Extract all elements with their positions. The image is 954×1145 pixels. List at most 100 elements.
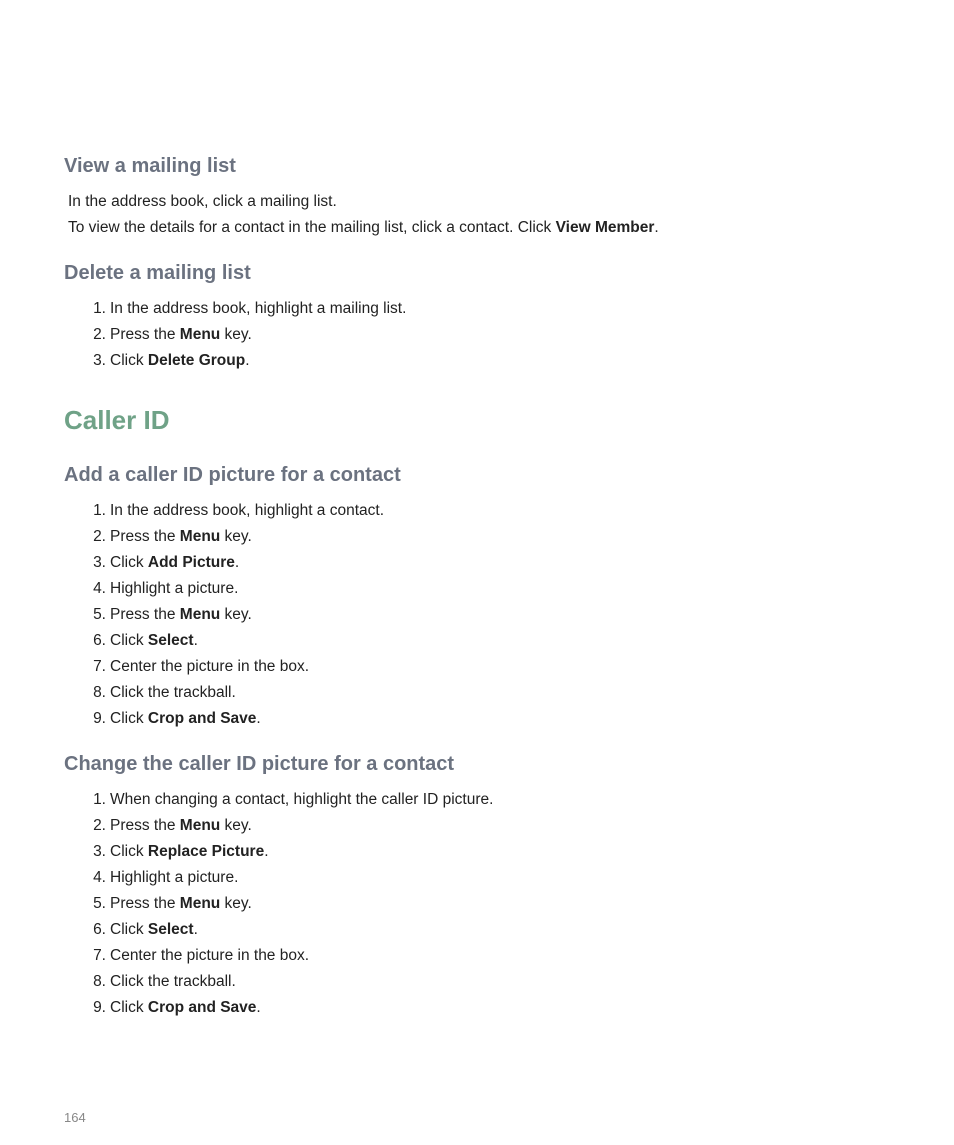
- text-bold: Menu: [180, 817, 220, 834]
- list-text: In the address book, highlight a contact…: [110, 502, 384, 519]
- text-prefix: Press the: [110, 326, 180, 343]
- ordered-list-delete: 1.In the address book, highlight a maili…: [64, 297, 890, 373]
- list-number: 9.: [86, 707, 106, 731]
- text-prefix: Click: [110, 921, 148, 938]
- text-prefix: Press the: [110, 606, 180, 623]
- text-prefix: Click: [110, 999, 148, 1016]
- list-item: 6.Click Select.: [110, 629, 890, 653]
- list-text: When changing a contact, highlight the c…: [110, 791, 493, 808]
- list-text: Highlight a picture.: [110, 580, 238, 597]
- list-number: 4.: [86, 866, 106, 890]
- text-suffix: key.: [220, 326, 252, 343]
- text-suffix: .: [245, 352, 249, 369]
- heading-view-mailing-list: View a mailing list: [64, 155, 890, 178]
- list-item: 2.Press the Menu key.: [110, 525, 890, 549]
- text-suffix: .: [194, 921, 198, 938]
- list-text: In the address book, highlight a mailing…: [110, 300, 406, 317]
- text-prefix: To view the details for a contact in the…: [68, 219, 556, 236]
- text-bold: Add Picture: [148, 554, 235, 571]
- list-item: 1.In the address book, highlight a conta…: [110, 499, 890, 523]
- list-item: 3.Click Replace Picture.: [110, 840, 890, 864]
- list-number: 7.: [86, 944, 106, 968]
- list-item: 3.Click Add Picture.: [110, 551, 890, 575]
- heading-change-caller-id-picture: Change the caller ID picture for a conta…: [64, 753, 890, 776]
- text-suffix: key.: [220, 817, 252, 834]
- body-text: In the address book, click a mailing lis…: [64, 190, 890, 214]
- page-number: 164: [64, 1110, 86, 1125]
- list-number: 6.: [86, 918, 106, 942]
- text-suffix: key.: [220, 895, 252, 912]
- list-number: 6.: [86, 629, 106, 653]
- list-number: 8.: [86, 681, 106, 705]
- list-item: 9.Click Crop and Save.: [110, 707, 890, 731]
- list-item: 4.Highlight a picture.: [110, 577, 890, 601]
- list-number: 5.: [86, 892, 106, 916]
- list-text: Click the trackball.: [110, 973, 236, 990]
- text-prefix: Press the: [110, 528, 180, 545]
- list-item: 8.Click the trackball.: [110, 970, 890, 994]
- heading-delete-mailing-list: Delete a mailing list: [64, 262, 890, 285]
- list-number: 5.: [86, 603, 106, 627]
- list-item: 7.Center the picture in the box.: [110, 944, 890, 968]
- list-item: 1.In the address book, highlight a maili…: [110, 297, 890, 321]
- text-suffix: .: [194, 632, 198, 649]
- text-bold: Select: [148, 921, 194, 938]
- list-item: 5.Press the Menu key.: [110, 892, 890, 916]
- text-prefix: Press the: [110, 817, 180, 834]
- text-prefix: Click: [110, 554, 148, 571]
- list-number: 1.: [86, 499, 106, 523]
- list-item: 6.Click Select.: [110, 918, 890, 942]
- list-number: 3.: [86, 349, 106, 373]
- list-number: 1.: [86, 297, 106, 321]
- list-item: 9.Click Crop and Save.: [110, 996, 890, 1020]
- list-number: 3.: [86, 840, 106, 864]
- text-bold: Menu: [180, 326, 220, 343]
- list-number: 7.: [86, 655, 106, 679]
- list-item: 1.When changing a contact, highlight the…: [110, 788, 890, 812]
- text-suffix: .: [264, 843, 268, 860]
- text-prefix: Click: [110, 352, 148, 369]
- text-suffix: key.: [220, 606, 252, 623]
- text-bold: View Member: [556, 219, 655, 236]
- list-number: 2.: [86, 814, 106, 838]
- text-prefix: Press the: [110, 895, 180, 912]
- text-suffix: key.: [220, 528, 252, 545]
- list-number: 1.: [86, 788, 106, 812]
- list-item: 2.Press the Menu key.: [110, 814, 890, 838]
- list-text: Center the picture in the box.: [110, 947, 309, 964]
- text-suffix: .: [256, 710, 260, 727]
- body-text: To view the details for a contact in the…: [64, 216, 890, 240]
- text-bold: Crop and Save: [148, 999, 257, 1016]
- list-text: Center the picture in the box.: [110, 658, 309, 675]
- list-item: 7.Center the picture in the box.: [110, 655, 890, 679]
- text-bold: Menu: [180, 528, 220, 545]
- list-text: Click the trackball.: [110, 684, 236, 701]
- text-bold: Replace Picture: [148, 843, 264, 860]
- heading-add-caller-id-picture: Add a caller ID picture for a contact: [64, 464, 890, 487]
- text-prefix: Click: [110, 632, 148, 649]
- list-item: 3.Click Delete Group.: [110, 349, 890, 373]
- list-number: 2.: [86, 323, 106, 347]
- list-item: 2.Press the Menu key.: [110, 323, 890, 347]
- list-number: 4.: [86, 577, 106, 601]
- text-bold: Delete Group: [148, 352, 245, 369]
- list-number: 9.: [86, 996, 106, 1020]
- text-bold: Crop and Save: [148, 710, 257, 727]
- list-item: 8.Click the trackball.: [110, 681, 890, 705]
- heading-caller-id: Caller ID: [64, 405, 890, 436]
- text-bold: Menu: [180, 606, 220, 623]
- ordered-list-add-picture: 1.In the address book, highlight a conta…: [64, 499, 890, 731]
- text-prefix: Click: [110, 843, 148, 860]
- list-number: 3.: [86, 551, 106, 575]
- list-number: 8.: [86, 970, 106, 994]
- text-suffix: .: [235, 554, 239, 571]
- text-suffix: .: [654, 219, 658, 236]
- text-bold: Select: [148, 632, 194, 649]
- list-number: 2.: [86, 525, 106, 549]
- text-bold: Menu: [180, 895, 220, 912]
- text-suffix: .: [256, 999, 260, 1016]
- list-item: 5.Press the Menu key.: [110, 603, 890, 627]
- text-prefix: Click: [110, 710, 148, 727]
- list-text: Highlight a picture.: [110, 869, 238, 886]
- ordered-list-change-picture: 1.When changing a contact, highlight the…: [64, 788, 890, 1020]
